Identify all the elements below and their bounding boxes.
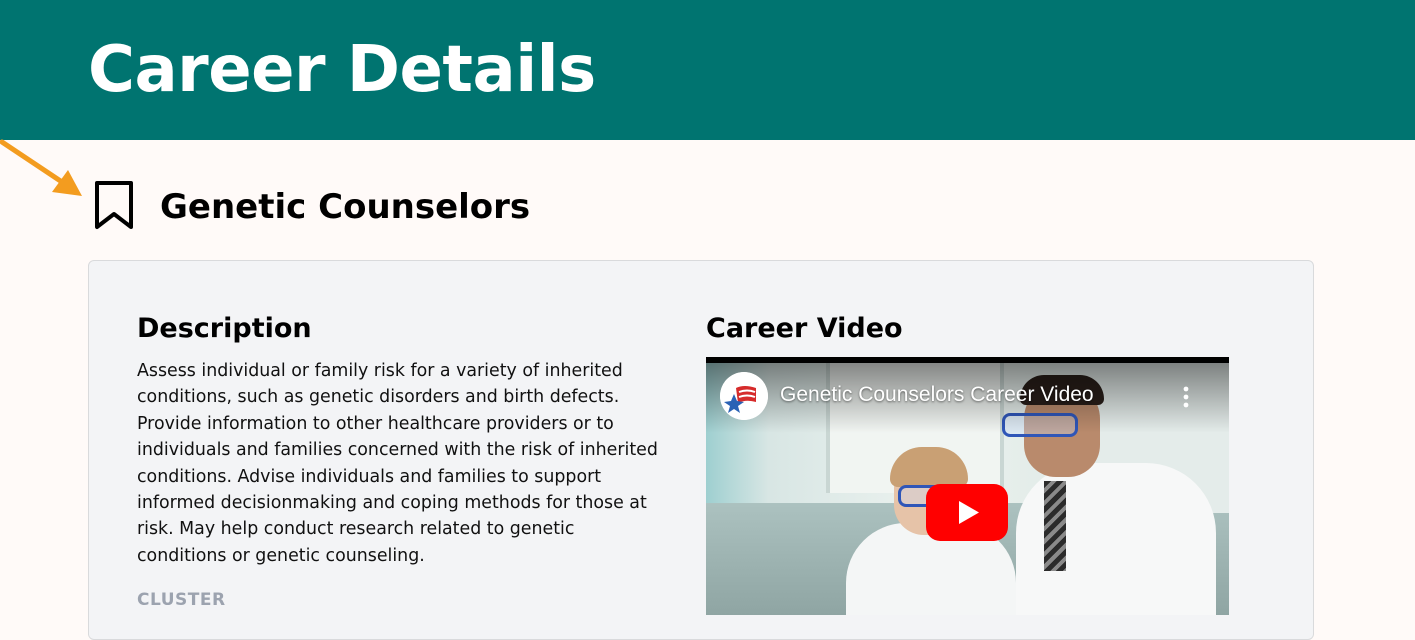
channel-logo-icon[interactable] — [720, 372, 768, 420]
bookmark-icon[interactable] — [92, 180, 136, 230]
career-video-heading: Career Video — [706, 313, 903, 344]
career-video-player[interactable]: Genetic Counselors Career Video — [706, 357, 1229, 615]
more-options-icon[interactable] — [1176, 385, 1196, 409]
page-title: Career Details — [88, 33, 596, 107]
page-banner: Career Details — [0, 0, 1415, 140]
description-heading: Description — [137, 313, 312, 344]
career-title: Genetic Counselors — [160, 187, 531, 227]
play-button-icon[interactable] — [926, 484, 1008, 541]
description-text: Assess individual or family risk for a v… — [137, 361, 658, 566]
video-title[interactable]: Genetic Counselors Career Video — [780, 383, 1094, 407]
annotation-arrow-icon — [0, 139, 82, 196]
cluster-label: CLUSTER — [137, 590, 226, 610]
